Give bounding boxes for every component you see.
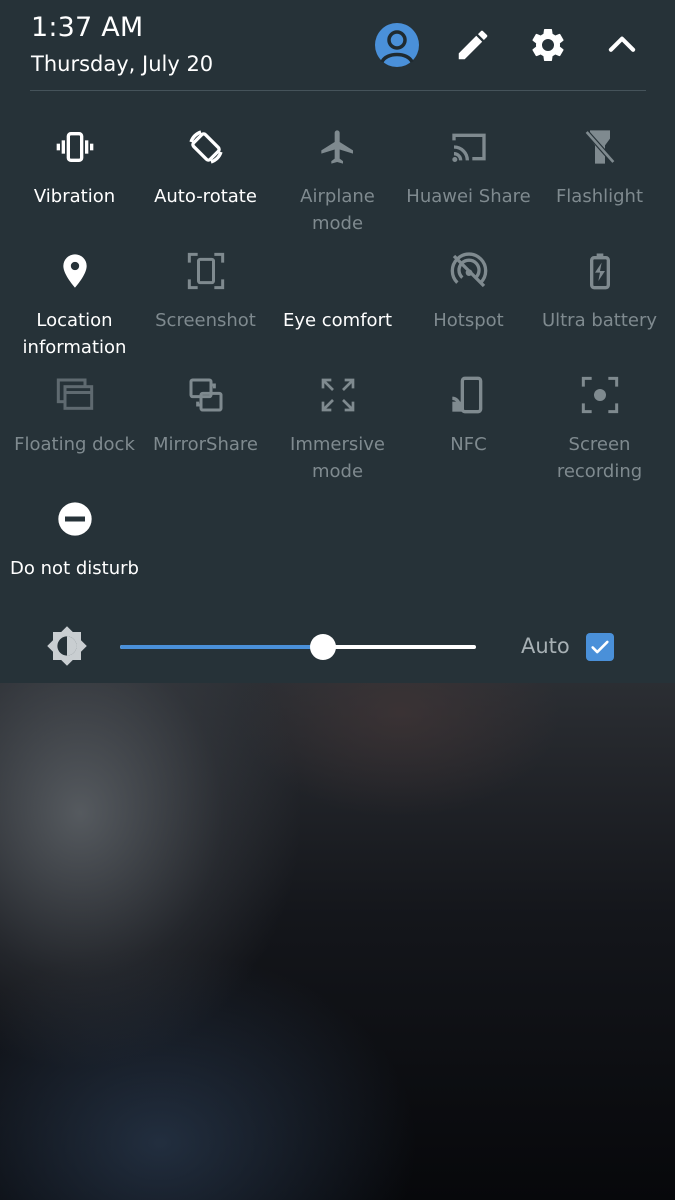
floating-dock-icon	[51, 371, 99, 419]
notification-shade: 1:37 AM Thursday, July 20 Vibration Auto…	[0, 0, 675, 683]
tile-do-not-disturb[interactable]: Do not disturb	[9, 495, 140, 582]
tile-label: Huawei Share	[406, 186, 531, 207]
header-divider	[30, 90, 646, 91]
tile-label: Screen recording	[556, 434, 643, 482]
tile-eye-comfort[interactable]: Eye comfort	[272, 247, 403, 334]
brightness-slider-thumb[interactable]	[309, 634, 336, 660]
tile-label: Location information	[22, 310, 127, 358]
edit-icon[interactable]	[450, 22, 496, 68]
tile-auto-rotate[interactable]: Auto-rotate	[140, 123, 271, 210]
date-text: Thursday, July 20	[31, 52, 214, 76]
tile-label: Auto-rotate	[154, 186, 257, 207]
tile-floating-dock[interactable]: Floating dock	[9, 371, 140, 458]
tile-huawei-share[interactable]: Huawei Share	[403, 123, 534, 210]
tile-location-information[interactable]: Location information	[9, 247, 140, 361]
hotspot-off-icon	[445, 247, 493, 295]
tile-label: Screenshot	[155, 310, 256, 331]
auto-brightness-checkbox[interactable]	[586, 633, 614, 661]
tile-label: Hotspot	[433, 310, 504, 331]
checkmark-icon	[591, 640, 609, 654]
auto-brightness-label: Auto	[521, 634, 570, 658]
brightness-icon	[46, 625, 88, 667]
tile-immersive-mode[interactable]: Immersive mode	[272, 371, 403, 485]
settings-icon[interactable]	[525, 22, 571, 68]
tile-label: Vibration	[33, 186, 116, 207]
tile-label: Eye comfort	[282, 310, 393, 331]
tile-screenshot[interactable]: Screenshot	[140, 247, 271, 334]
tile-label: Airplane mode	[300, 186, 375, 234]
tile-flashlight[interactable]: Flashlight	[534, 123, 665, 210]
home-wallpaper	[0, 683, 675, 1200]
brightness-slider[interactable]	[120, 634, 476, 660]
tile-vibration[interactable]: Vibration	[9, 123, 140, 210]
screen-recording-icon	[576, 371, 624, 419]
clock-time: 1:37 AM	[31, 12, 144, 43]
avatar-icon[interactable]	[374, 22, 420, 68]
shade-header: 1:37 AM Thursday, July 20	[0, 0, 675, 92]
tile-label: NFC	[450, 434, 487, 455]
tile-label: Do not disturb	[10, 558, 139, 579]
tile-label: Immersive mode	[290, 434, 385, 482]
location-icon	[51, 247, 99, 295]
mirror-share-icon	[182, 371, 230, 419]
tile-label: Floating dock	[14, 434, 135, 455]
screenshot-icon	[182, 247, 230, 295]
nfc-icon	[445, 371, 493, 419]
tile-hotspot[interactable]: Hotspot	[403, 247, 534, 334]
flashlight-icon	[576, 123, 624, 171]
auto-rotate-icon	[182, 123, 230, 171]
moon-icon	[314, 247, 362, 295]
airplane-icon	[314, 123, 362, 171]
brightness-slider-fill	[120, 645, 323, 649]
do-not-disturb-icon	[51, 495, 99, 543]
immersive-icon	[314, 371, 362, 419]
battery-icon	[576, 247, 624, 295]
tile-label: Ultra battery	[541, 310, 658, 331]
cast-icon	[445, 123, 493, 171]
tile-airplane-mode[interactable]: Airplane mode	[272, 123, 403, 237]
tile-nfc[interactable]: NFC	[403, 371, 534, 458]
tile-label: Flashlight	[555, 186, 644, 207]
tile-screen-recording[interactable]: Screen recording	[534, 371, 665, 485]
tile-mirrorshare[interactable]: MirrorShare	[140, 371, 271, 458]
collapse-icon[interactable]	[599, 22, 645, 68]
tile-ultra-battery[interactable]: Ultra battery	[534, 247, 665, 334]
vibration-icon	[51, 123, 99, 171]
tile-label: MirrorShare	[153, 434, 258, 455]
